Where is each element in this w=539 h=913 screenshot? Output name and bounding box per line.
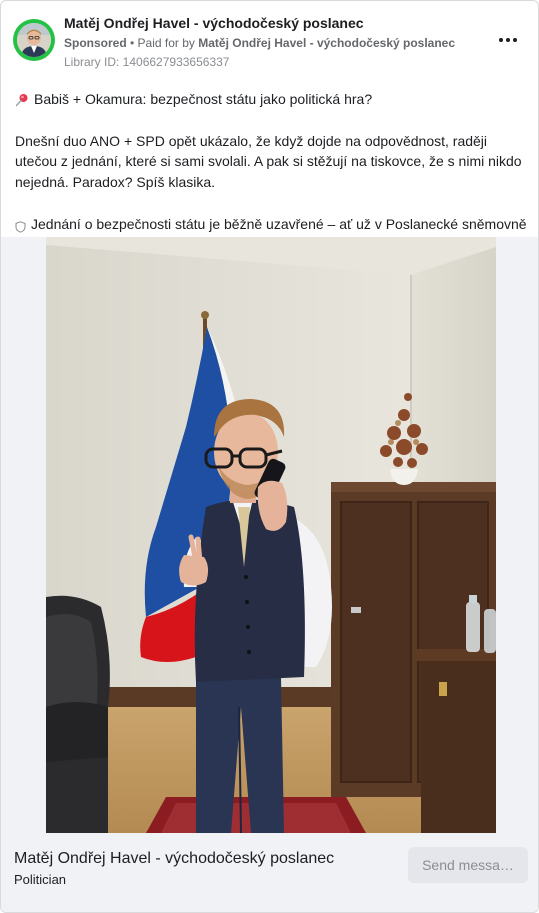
library-id: Library ID: 1406627933656337 — [64, 55, 230, 69]
sponsored-label: Sponsored — [64, 36, 127, 50]
ad-card: Matěj Ondřej Havel - východočeský poslan… — [0, 0, 539, 913]
post-truncated-line[interactable]: Jednání o bezpečnosti státu je běžně uza… — [15, 214, 527, 235]
avatar-photo — [17, 23, 51, 57]
post-paragraph: Dnešní duo ANO + SPD opět ukázalo, že kd… — [15, 132, 522, 190]
footer-page-name[interactable]: Matěj Ondřej Havel - východočeský poslan… — [14, 850, 334, 868]
advertiser-name[interactable]: Matěj Ondřej Havel - východočeský poslan… — [64, 15, 364, 31]
paid-for-prefix: • Paid for by — [126, 36, 199, 50]
shield-icon — [15, 218, 26, 233]
pushpin-icon — [15, 92, 29, 107]
sponsored-meta: Sponsored • Paid for by Matěj Ondřej Hav… — [64, 36, 455, 50]
payer-name[interactable]: Matěj Ondřej Havel - východočeský poslan… — [198, 36, 455, 50]
ad-photo — [46, 237, 496, 833]
footer-category: Politician — [14, 872, 67, 887]
post-headline: Babiš + Okamura: bezpečnost státu jako p… — [15, 89, 527, 110]
ad-media[interactable] — [1, 237, 538, 833]
ad-body-text: Babiš + Okamura: bezpečnost státu jako p… — [15, 89, 527, 235]
send-message-button[interactable]: Send messa… — [408, 847, 528, 883]
ad-footer: Matěj Ondřej Havel - východočeský poslan… — [1, 833, 538, 912]
ad-header: Matěj Ondřej Havel - východočeský poslan… — [13, 13, 526, 73]
more-options-icon[interactable] — [496, 31, 520, 49]
headline-text: Babiš + Okamura: bezpečnost státu jako p… — [34, 91, 373, 107]
advertiser-avatar[interactable] — [13, 19, 55, 61]
truncated-text: Jednání o bezpečnosti státu je běžně uza… — [31, 216, 527, 232]
